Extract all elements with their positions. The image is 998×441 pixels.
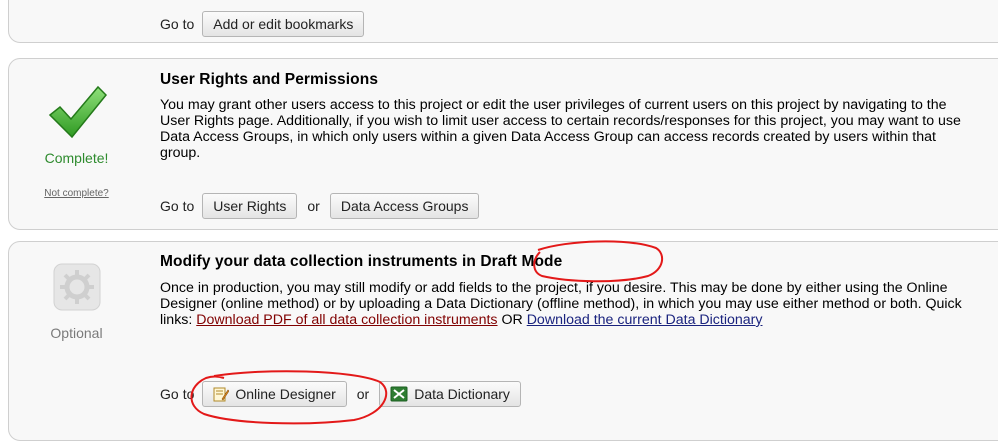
or-label: or (307, 198, 320, 214)
section-description: Once in production, you may still modify… (160, 280, 980, 328)
pencil-form-icon (213, 387, 230, 402)
download-dictionary-link[interactable]: Download the current Data Dictionary (527, 312, 763, 328)
online-designer-label: Online Designer (235, 386, 336, 402)
title-highlight: n Draft Mode (466, 253, 563, 270)
status-optional: Optional (50, 325, 103, 341)
section-title: Modify your data collection instruments … (160, 253, 562, 271)
user-rights-panel: Complete! Not complete? User Rights and … (8, 58, 998, 230)
user-rights-goto-row: Go to User Rights or Data Access Groups (160, 191, 480, 221)
status-complete: Complete! (44, 150, 109, 166)
section-description: You may grant other users access to this… (160, 97, 961, 161)
online-designer-button[interactable]: Online Designer (202, 381, 347, 407)
excel-icon (390, 386, 408, 402)
gear-icon (53, 263, 100, 311)
goto-label: Go to (160, 16, 195, 32)
not-complete-link[interactable]: Not complete? (9, 188, 144, 199)
data-access-groups-button[interactable]: Data Access Groups (329, 193, 480, 219)
user-rights-button[interactable]: User Rights (202, 193, 298, 219)
goto-label: Go to (160, 198, 195, 214)
status-column: Optional (9, 262, 144, 341)
status-column: Complete! Not complete? (9, 81, 144, 199)
data-dictionary-button[interactable]: Data Dictionary (379, 381, 521, 407)
data-dictionary-label: Data Dictionary (414, 386, 510, 402)
draft-mode-panel: Optional Modify your data collection ins… (8, 241, 998, 441)
or-label: or (356, 386, 370, 402)
draft-mode-goto-row: Go to Online Designer or Data Dictionary (160, 379, 521, 409)
checkmark-icon (48, 85, 107, 139)
bookmarks-goto-row: Go to Add or edit bookmarks (160, 9, 365, 39)
add-edit-bookmarks-button[interactable]: Add or edit bookmarks (202, 11, 365, 37)
title-prefix: Modify your data collection instruments … (160, 253, 467, 270)
link-separator: OR (497, 312, 527, 328)
goto-label-go: Go (160, 386, 179, 402)
goto-label-to: to (182, 386, 195, 402)
section-title: User Rights and Permissions (160, 71, 379, 88)
bookmarks-panel: Go to Add or edit bookmarks (8, 0, 998, 43)
download-pdf-link[interactable]: Download PDF of all data collection inst… (196, 312, 497, 328)
